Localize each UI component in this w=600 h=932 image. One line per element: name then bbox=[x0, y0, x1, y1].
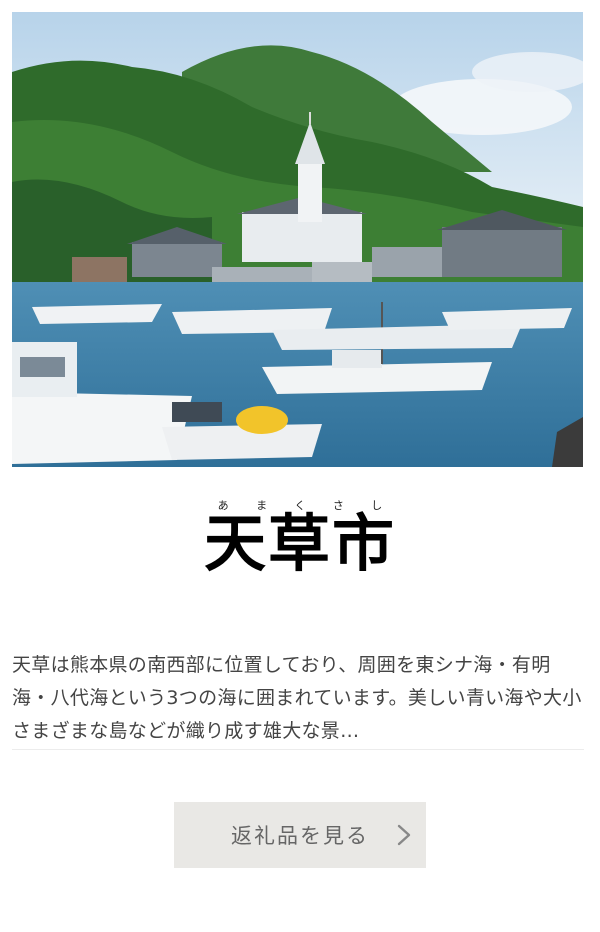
chevron-right-icon bbox=[397, 824, 411, 846]
municipality-card[interactable]: あ ま く さ し 天草市 天草は熊本県の南西部に位置しており、周囲を東シナ海・… bbox=[0, 0, 600, 932]
divider bbox=[12, 749, 584, 750]
furigana-char: さ bbox=[332, 499, 344, 512]
furigana-row: あ ま く さ し bbox=[204, 497, 396, 513]
furigana-char: ま bbox=[256, 499, 268, 512]
view-gifts-button[interactable]: 返礼品を見る bbox=[174, 802, 426, 868]
title-with-furigana: あ ま く さ し 天草市 bbox=[204, 497, 396, 579]
title-block: あ ま く さ し 天草市 bbox=[0, 497, 600, 579]
city-description: 天草は熊本県の南西部に位置しており、周囲を東シナ海・有明海・八代海という3つの海… bbox=[12, 654, 582, 742]
furigana-char: し bbox=[371, 499, 383, 512]
furigana-char: あ bbox=[217, 499, 229, 512]
harbor-illustration bbox=[12, 12, 583, 467]
view-gifts-label: 返礼品を見る bbox=[231, 824, 369, 848]
harbor-photo[interactable] bbox=[12, 12, 583, 467]
furigana-char: く bbox=[294, 499, 306, 512]
